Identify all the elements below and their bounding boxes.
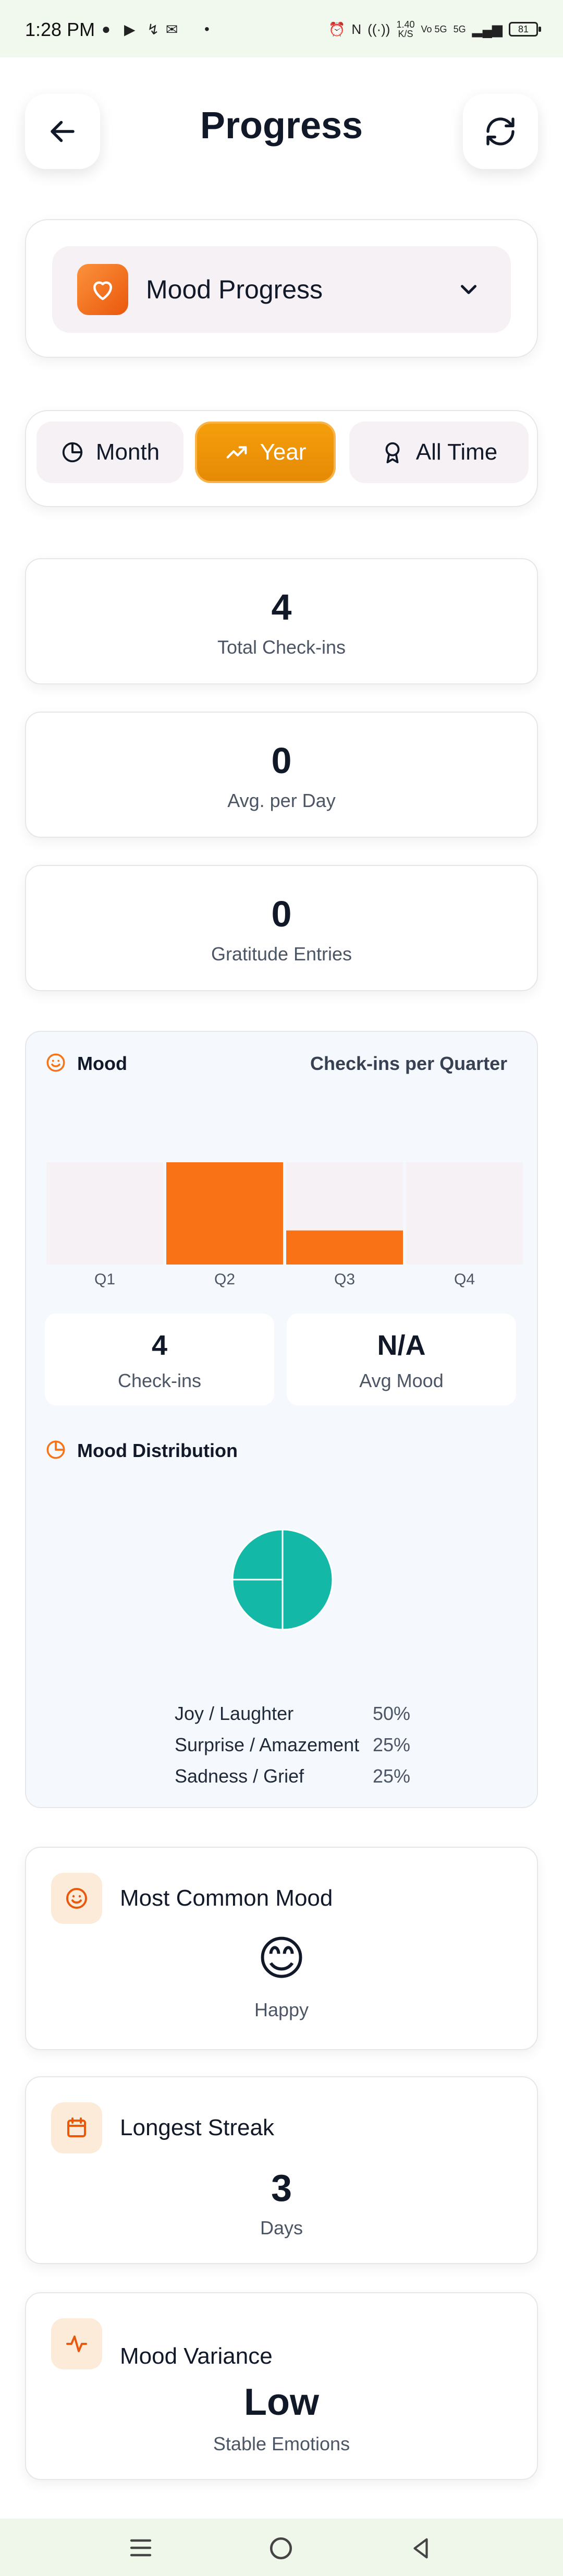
stat-label: Avg. per Day [227,790,336,811]
legend-label: Surprise / Amazement [175,1734,360,1755]
hotspot-icon: ((·)) [368,21,390,37]
x-tick-label: Q3 [334,1271,356,1288]
stat-card-gratitude: 0 Gratitude Entries [25,865,538,991]
summary-value: 4 [151,1330,168,1361]
stat-card-avg-per-day: 0 Avg. per Day [25,712,538,838]
chart-subtitle: Check-ins per Quarter [310,1053,508,1074]
tab-all-time[interactable]: All Time [349,422,529,483]
menu-icon[interactable] [128,2537,153,2558]
tab-month-label: Month [95,439,160,465]
legend-value: 25% [373,1734,411,1755]
battery-level: 81 [518,24,529,34]
pie-slice-sadness [231,1528,284,1581]
net-speed-unit: K/S [398,29,413,39]
back-nav-icon[interactable] [409,2536,433,2560]
network-label: 5G [453,23,466,34]
net-speed-value: 1.40 [396,19,415,30]
summary-label: Avg Mood [359,1370,444,1391]
chat-icon: ● [102,21,111,37]
tab-year-label: Year [260,439,307,465]
stat-label: Total Check-ins [217,636,346,658]
pie-chart-icon [62,442,83,463]
summary-value: N/A [377,1330,426,1361]
mood-emoji: 😊 [257,1933,306,1985]
insight-subtitle: Stable Emotions [213,2433,350,2454]
activity-icon [51,2318,102,2369]
home-icon[interactable] [268,2535,294,2561]
tab-all-time-label: All Time [415,439,498,465]
progress-type-card: Mood Progress [25,219,538,358]
refresh-button[interactable] [463,94,538,169]
stat-value: 0 [271,894,292,934]
insight-subtitle: Days [260,2217,303,2238]
pie-slice-joy [282,1528,334,1631]
distribution-title: Mood Distribution [77,1440,238,1461]
bar-q2 [166,1162,283,1265]
smile-icon [51,1873,102,1924]
stat-label: Gratitude Entries [211,943,352,965]
bar-chart [46,1162,523,1265]
pie-chart-icon [46,1440,65,1459]
insight-title: Most Common Mood [120,1885,333,1911]
x-tick-label: Q1 [94,1271,116,1288]
insight-most-common-mood: Most Common Mood 😊 Happy [25,1847,538,2050]
net-speed: 1.40 K/S [396,20,414,39]
bolt-icon: ↯ [147,21,160,38]
time-range-tabs: Month Year All Time [25,410,538,507]
summary-label: Check-ins [117,1370,202,1391]
pie-slice-surprise [231,1579,284,1631]
legend-label: Joy / Laughter [175,1703,294,1724]
insight-subtitle: Happy [254,1999,309,2020]
chevron-down-icon [461,285,476,294]
signal-icon: ▂▄▆ [472,21,503,37]
insight-mood-variance: Mood Variance Low Stable Emotions [25,2292,538,2480]
bar-q3 [286,1230,403,1265]
status-time: 1:28 PM [25,19,95,40]
dot-icon: • [204,21,210,37]
volte-label: Vo 5G [421,23,447,34]
legend-value: 25% [373,1765,411,1787]
summary-checkins: 4 Check-ins [45,1314,274,1405]
battery-icon: 81 [509,22,541,37]
insight-title: Longest Streak [120,2115,274,2140]
award-icon [385,442,400,464]
trending-up-icon [226,446,247,459]
tab-month[interactable]: Month [36,422,183,483]
alarm-icon: ⏰ [328,21,346,37]
mood-panel-title: Mood [77,1053,127,1074]
status-bar: 1:28 PM ● ▶ ↯ ✉ • ⏰ N ((·)) 1.40 K/S Vo … [0,0,563,57]
legend-label: Sadness / Grief [175,1765,304,1787]
progress-type-dropdown[interactable]: Mood Progress [52,246,511,333]
nfc-icon: N [351,21,362,37]
bar-track [46,1162,163,1265]
stat-value: 4 [271,587,292,628]
insight-title: Mood Variance [120,2343,273,2369]
smile-icon [46,1053,65,1072]
bar-track [406,1162,523,1265]
stat-card-total-checkins: 4 Total Check-ins [25,558,538,684]
streak-value: 3 [271,2168,292,2209]
legend-value: 50% [373,1703,411,1724]
status-icons: ⏰ N ((·)) 1.40 K/S Vo 5G 5G ▂▄▆ 81 [328,20,541,39]
x-tick-label: Q2 [214,1271,236,1288]
mood-panel: Mood Check-ins per Quarter Q1 Q2 Q3 Q4 4 Ch… [25,1031,538,1808]
stat-value: 0 [271,740,292,781]
mail-icon: ✉ [166,21,178,38]
summary-avg-mood: N/A Avg Mood [287,1314,516,1405]
tab-year[interactable]: Year [195,422,336,483]
legend-item: Surprise / Amazement 25% [175,1734,425,1756]
progress-type-label: Mood Progress [146,275,323,304]
variance-value: Low [244,2381,319,2423]
x-tick-label: Q4 [454,1271,475,1288]
calendar-icon [51,2102,102,2153]
pie-chart [231,1528,334,1631]
insight-longest-streak: Longest Streak 3 Days [25,2076,538,2264]
system-nav-bar [0,2519,563,2576]
youtube-icon: ▶ [124,21,136,38]
legend-item: Joy / Laughter 50% [175,1703,425,1725]
refresh-icon [486,117,515,146]
legend-item: Sadness / Grief 25% [175,1765,425,1787]
heart-icon [77,264,128,315]
